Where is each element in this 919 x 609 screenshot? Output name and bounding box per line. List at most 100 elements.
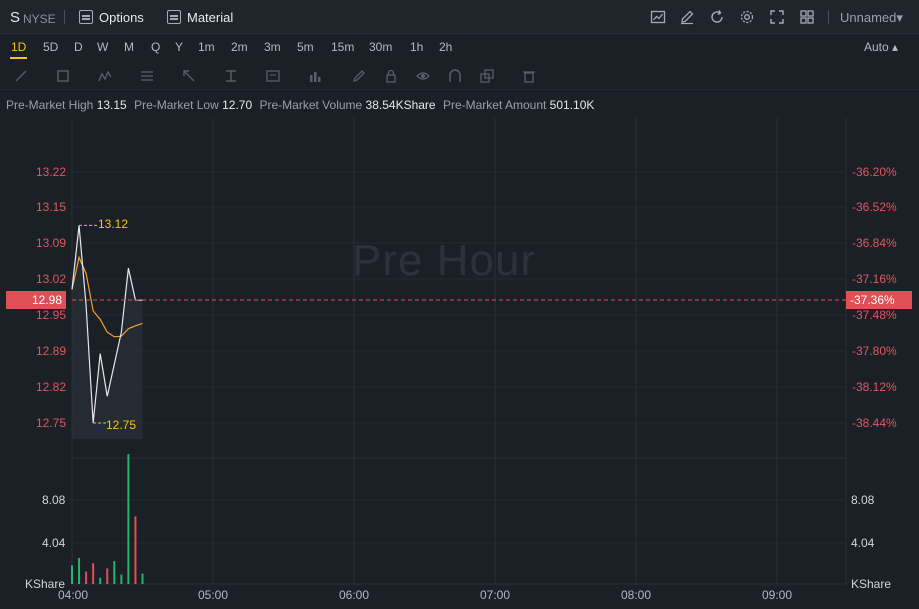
period-tab-5d[interactable]: 5D [43,40,58,54]
pct-axis-label: -36.20% [852,165,897,179]
pct-axis-label: -38.12% [852,380,897,394]
grid-layout-icon[interactable] [799,9,815,25]
price-axis-label: 12.75 [35,416,66,430]
eye-icon[interactable] [416,69,430,83]
price-axis-label: 13.09 [35,236,66,250]
price-chart[interactable]: Pre Hour 13.22 13.15 13.09 13.02 12.95 12.89 1… [0,118,919,609]
volume-bar [113,561,116,584]
volume-bar [71,565,73,584]
volume-bar [78,558,81,584]
bar-chart-icon[interactable] [308,69,322,83]
volume-unit-label: KShare [851,577,892,591]
lock-icon[interactable] [384,69,398,83]
pattern-icon[interactable] [98,69,112,83]
period-tab-5m[interactable]: 5m [297,40,314,54]
period-tab-3m[interactable]: 3m [264,40,281,54]
premarket-amount-label: Pre-Market Amount [442,98,547,112]
drawing-toolbar [0,62,919,90]
period-tab-q[interactable]: Q [151,40,160,54]
trash-icon[interactable] [522,69,536,83]
high-marker-label: 13.12 [98,217,129,231]
volume-tick-label: 8.08 [851,493,875,507]
volume-tick-label: 8.08 [42,493,66,507]
options-icon [79,10,93,24]
pct-axis-label: -37.80% [852,344,897,358]
material-label: Material [187,9,234,25]
premarket-low-label: Pre-Market Low [134,98,219,112]
premarket-high-label: Pre-Market High [6,98,94,112]
magnet-icon[interactable] [448,69,462,83]
price-axis-label: 13.22 [35,165,66,179]
premarket-high-value: 13.15 [96,98,127,112]
period-tab-1h[interactable]: 1h [410,40,423,54]
premarket-volume-value: 38.54KShare [365,98,436,112]
rectangle-icon[interactable] [56,69,70,83]
options-button[interactable]: Options [79,8,144,26]
time-axis-label: 04:00 [58,588,89,602]
period-tab-m[interactable]: M [124,40,134,54]
volume-bar [92,563,95,584]
layout-name-dropdown[interactable]: Unnamed▾ [840,10,903,26]
edit-icon[interactable] [679,9,695,25]
period-tab-2m[interactable]: 2m [231,40,248,54]
current-price-tag: 12.98 [6,291,66,309]
time-axis-label: 08:00 [621,588,652,602]
time-axis-label: 06:00 [339,588,370,602]
time-axis-label: 09:00 [762,588,793,602]
options-label: Options [99,9,144,25]
chart-canvas[interactable] [0,118,919,609]
volume-bar [141,573,144,584]
premarket-low-value: 12.70 [222,98,253,112]
price-axis-label: 13.15 [35,200,66,214]
period-tab-30m[interactable]: 30m [369,40,392,54]
period-tab-d[interactable]: D [74,40,83,54]
document-icon [167,10,181,24]
premarket-volume-label: Pre-Market Volume [259,98,363,112]
divider [828,10,829,24]
period-tab-1m[interactable]: 1m [198,40,215,54]
volume-tick-label: 4.04 [851,536,875,550]
premarket-amount-value: 501.10K [549,98,595,112]
volume-bar [127,454,130,584]
scale-mode-dropdown[interactable]: Auto ▴ [864,40,898,54]
current-pct-tag: -37.36% [846,291,912,309]
measure-icon[interactable] [224,69,238,83]
ticker-symbol[interactable]: S [10,9,20,26]
refresh-icon[interactable] [709,9,725,25]
pct-axis-label: -38.44% [852,416,897,430]
premarket-summary: Pre-Market High 13.15 Pre-Market Low 12.… [6,98,598,112]
low-marker-label: 12.75 [106,418,137,432]
exchange-label: NYSE [23,12,56,26]
fibonacci-icon[interactable] [140,69,154,83]
pct-axis-label: -36.52% [852,200,897,214]
period-tab-2h[interactable]: 2h [439,40,452,54]
period-tab-15m[interactable]: 15m [331,40,354,54]
price-axis-label: 12.89 [35,344,66,358]
copy-icon[interactable] [480,69,494,83]
top-toolbar: S NYSE Options Material Unnamed▾ [0,0,919,34]
gear-icon[interactable] [739,9,755,25]
pct-axis-label: -36.84% [852,236,897,250]
time-axis-label: 05:00 [198,588,229,602]
volume-bar [120,574,123,584]
chart-settings-icon[interactable] [650,9,666,25]
pencil-icon[interactable] [352,69,366,83]
period-tab-w[interactable]: W [97,40,108,54]
price-axis-label: 12.95 [35,308,66,322]
pct-axis-label: -37.48% [852,308,897,322]
volume-bar [106,568,109,584]
volume-bar [99,577,102,584]
time-axis-label: 07:00 [480,588,511,602]
volume-bar [134,516,137,584]
arrow-icon[interactable] [182,69,196,83]
fullscreen-icon[interactable] [769,9,785,25]
volume-bar [85,571,88,584]
text-icon[interactable] [266,69,280,83]
period-tab-y[interactable]: Y [175,40,183,54]
period-tab-1d[interactable]: 1D [9,40,28,59]
period-selector: 1D 5D D W M Q Y 1m 2m 3m 5m 15m 30m 1h 2h [0,34,919,62]
material-button[interactable]: Material [167,8,233,26]
trend-line-icon[interactable] [14,69,28,83]
divider [64,10,65,24]
pct-axis-label: -37.16% [852,272,897,286]
